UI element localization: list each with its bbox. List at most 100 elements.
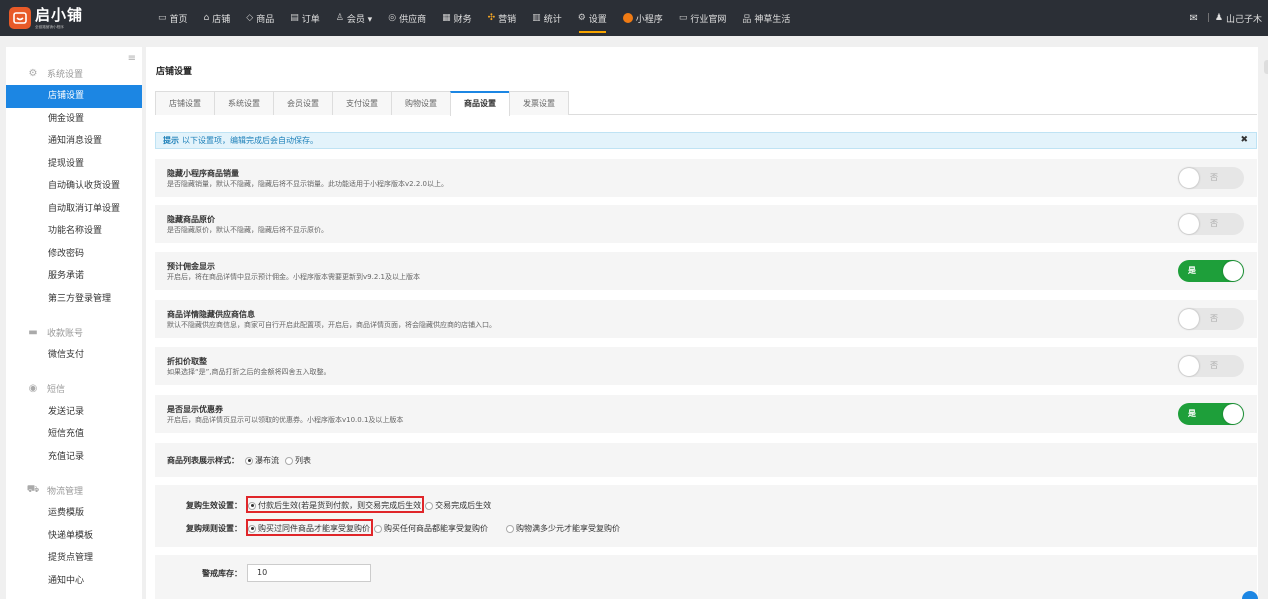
sidebar-item-withdraw[interactable]: 提现设置: [6, 153, 142, 176]
sidebar-item-feature-names[interactable]: 功能名称设置: [6, 220, 142, 243]
tab-system[interactable]: 系统设置: [214, 91, 274, 115]
coupons-toggle[interactable]: 是: [1178, 403, 1244, 425]
nav-goods[interactable]: ◇ 商品: [238, 0, 282, 36]
radio-effect-after-complete[interactable]: 交易完成后生效: [425, 500, 491, 511]
radio-dot: [425, 501, 434, 510]
repurchase-block: [155, 485, 1257, 547]
setting-desc: 默认不隐藏供应商信息，商家可自行开启此配置项，开启后，商品详情页面，将会隐藏供应…: [167, 321, 496, 329]
radio-dot: [245, 456, 253, 465]
radio-list[interactable]: 列表: [285, 455, 311, 466]
sidebar-item-waybill-template[interactable]: 快递单模板: [6, 525, 142, 548]
radio-rule-any-item[interactable]: 购买任何商品都能享受复购价: [374, 523, 488, 534]
repurchase-effect-label: 复购生效设置：: [186, 501, 242, 510]
hide-price-toggle[interactable]: 否: [1178, 213, 1244, 235]
nav-stats[interactable]: ▥ 统计: [524, 0, 570, 36]
radio-waterfall[interactable]: 瀑布流: [245, 455, 279, 466]
setting-desc: 是否隐藏原价，默认不隐藏，隐藏后将不显示原价。: [167, 226, 328, 234]
stock-row: 警戒库存：: [202, 568, 248, 579]
nav-supplier[interactable]: ◎ 供应商: [380, 0, 434, 36]
hide-sales-toggle[interactable]: 否: [1178, 167, 1244, 189]
setting-estimated-commission: 预计佣金显示 开启后，将在商品详情中显示预计佣金。小程序版本需要更新到v9.2.…: [155, 252, 1257, 290]
nav-industry-site[interactable]: ▭ 行业官网: [671, 0, 735, 36]
setting-title: 是否显示优惠券: [167, 405, 223, 414]
sidebar-item-notifications[interactable]: 通知消息设置: [6, 130, 142, 153]
sidebar-item-service[interactable]: 服务承诺: [6, 265, 142, 288]
sidebar-item-password[interactable]: 修改密码: [6, 243, 142, 266]
mail-icon[interactable]: ✉: [1189, 13, 1197, 24]
nav-members[interactable]: ♙ 会员 ▾: [328, 0, 380, 36]
supplier-icon: ◎: [388, 13, 397, 23]
sidebar-item-wechat-pay[interactable]: 微信支付: [6, 344, 142, 367]
sidebar-item-freight-template[interactable]: 运费模版: [6, 502, 142, 525]
radio-dot: [374, 524, 382, 533]
sidebar-item-auto-confirm[interactable]: 自动确认收货设置: [6, 175, 142, 198]
tab-store[interactable]: 店铺设置: [155, 91, 215, 115]
tab-shopping[interactable]: 购物设置: [391, 91, 451, 115]
main-panel: 店铺设置 店铺设置 系统设置 会员设置 支付设置 购物设置 商品设置 发票设置 …: [146, 47, 1258, 599]
list-style-block: [155, 443, 1257, 477]
toggle-knob: [1223, 404, 1243, 424]
life-icon: 品: [742, 14, 752, 25]
setting-hide-sales: 隐藏小程序商品销量 是否隐藏销量，默认不隐藏，隐藏后将不显示销量。此功能适用于小…: [155, 159, 1257, 197]
tag-icon: ◇: [246, 13, 254, 23]
industry-icon: ▭: [678, 13, 688, 23]
tab-member[interactable]: 会员设置: [273, 91, 333, 115]
toggle-knob: [1179, 356, 1199, 376]
sidebar-item-commission[interactable]: 佣金设置: [6, 108, 142, 131]
menu-collapse-icon[interactable]: ≡: [128, 53, 136, 64]
sidebar-group-payment-account: ▬ 收款账号: [6, 320, 142, 344]
nav-finance[interactable]: ▦ 财务: [434, 0, 480, 36]
toggle-knob: [1179, 309, 1199, 329]
commission-toggle[interactable]: 是: [1178, 260, 1244, 282]
rounding-toggle[interactable]: 否: [1178, 355, 1244, 377]
close-icon[interactable]: ✖: [1240, 133, 1248, 148]
radio-dot: [285, 456, 293, 465]
edge-handle[interactable]: [1264, 60, 1268, 74]
user-name[interactable]: 山己子木: [1226, 12, 1262, 25]
hide-supplier-toggle[interactable]: 否: [1178, 308, 1244, 330]
tab-payment[interactable]: 支付设置: [332, 91, 392, 115]
sidebar-group-logistics: ⛟ 物流管理: [26, 483, 84, 497]
store-icon: ⌂: [203, 13, 210, 23]
shop-logo-icon: [9, 7, 31, 29]
settings-tabs: 店铺设置 系统设置 会员设置 支付设置 购物设置 商品设置 发票设置: [155, 91, 1257, 116]
nav-marketing[interactable]: ✣ 营销: [480, 0, 525, 36]
tab-goods[interactable]: 商品设置: [450, 91, 510, 116]
sidebar-item-sms-recharge[interactable]: 短信充值: [6, 423, 142, 446]
sidebar-item-third-party-login[interactable]: 第三方登录管理: [6, 288, 142, 311]
sidebar-item-auto-cancel[interactable]: 自动取消订单设置: [6, 198, 142, 221]
sidebar-item-notice-center[interactable]: 通知中心: [6, 570, 142, 593]
sidebar-group-system: ⚙ 系统设置: [6, 61, 142, 85]
tab-invoice[interactable]: 发票设置: [509, 91, 569, 115]
stock-label: 警戒库存：: [202, 569, 242, 578]
nav-life[interactable]: 品神草生活: [734, 0, 798, 36]
radio-rule-min-amount[interactable]: 购物满多少元才能享受复购价: [506, 523, 620, 534]
nav-store[interactable]: ⌂ 店铺: [196, 0, 239, 36]
user-icon: ♟: [1214, 13, 1223, 23]
sidebar-item-sms-log[interactable]: 发送记录: [6, 401, 142, 424]
sidebar-item-recharge-log[interactable]: 充值记录: [6, 446, 142, 469]
setting-discount-rounding: 折扣价取整 如果选择“是”,商品打折之后的金额将四舍五入取整。 否: [155, 347, 1257, 385]
sidebar-item-pickup-points[interactable]: 提货点管理: [6, 547, 142, 570]
warning-stock-input[interactable]: 10: [247, 564, 371, 582]
highlight-box-rule: [246, 519, 373, 536]
brand-logo[interactable]: 启小铺 全链路营销小程序: [0, 0, 150, 36]
nav-miniprogram[interactable]: 小程序: [615, 0, 671, 36]
repurchase-rule-label: 复购规则设置：: [186, 524, 242, 533]
toggle-knob: [1179, 168, 1199, 188]
nav-home[interactable]: ▭ 首页: [150, 0, 196, 36]
highlight-box-effect: [246, 496, 424, 513]
sidebar-item-store-settings[interactable]: 店铺设置: [6, 85, 142, 108]
setting-title: 隐藏小程序商品销量: [167, 169, 239, 178]
settings-icon: ⚙: [577, 13, 586, 23]
main-nav: ▭ 首页 ⌂ 店铺 ◇ 商品 ▤ 订单 ♙ 会员 ▾ ◎ 供应商 ▦ 财务 ✣ 营销 ▥ 统计 ⚙…: [150, 0, 798, 36]
setting-show-coupons: 是否显示优惠券 开启后，商品详情页显示可以领取的优惠券。小程序版本v10.0.1…: [155, 395, 1257, 433]
nav-settings[interactable]: ⚙ 设置: [570, 0, 615, 36]
setting-title: 商品详情隐藏供应商信息: [167, 310, 255, 319]
setting-desc: 开启后，商品详情页显示可以领取的优惠券。小程序版本v10.0.1及以上版本: [167, 416, 404, 424]
page-title: 店铺设置: [156, 67, 193, 77]
tip-text: 以下设置项，编辑完成后会自动保存。: [182, 136, 318, 145]
list-style-label: 商品列表展示样式：: [167, 456, 239, 465]
nav-orders[interactable]: ▤ 订单: [282, 0, 328, 36]
order-icon: ▤: [290, 13, 299, 23]
